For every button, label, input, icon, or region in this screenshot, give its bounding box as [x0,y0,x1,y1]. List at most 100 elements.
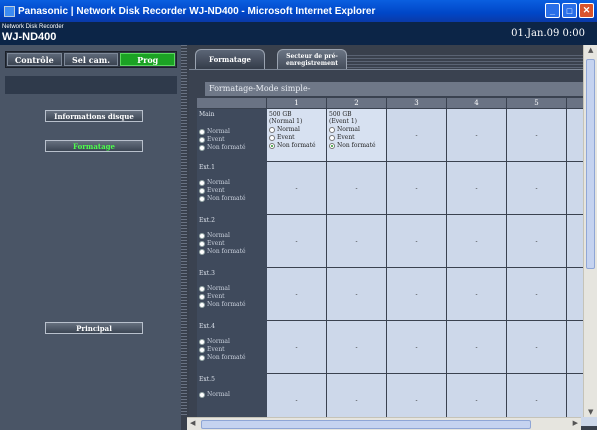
cell-value: - [355,238,358,246]
scroll-right-icon[interactable]: ▶ [573,419,578,427]
cell-value: - [475,132,478,140]
disk-info-button[interactable]: Informations disque [45,110,143,122]
cell-value: - [415,132,418,140]
row-radio-option[interactable]: Event [199,136,265,143]
cell-value: - [355,344,358,352]
cell-value: - [535,397,538,405]
table-cell: - [447,109,507,162]
vertical-scrollbar[interactable]: ▲ ▼ [583,45,597,417]
close-button[interactable]: ✕ [579,3,594,18]
row-radio-option[interactable]: Non formaté [199,248,265,255]
column-header: 4 [447,98,507,108]
radio-button-icon[interactable] [199,248,205,255]
minimize-button[interactable]: _ [545,3,560,18]
radio-button-icon[interactable] [199,338,205,345]
row-radio-option[interactable]: Normal [199,179,265,186]
table-cell: - [267,215,327,268]
mode-controle-button[interactable]: Contrôle [7,53,62,66]
tab-formatage[interactable]: Formatage [195,49,265,69]
row-header-1: Ext.1 Normal Event Non formaté [197,162,267,215]
format-button[interactable]: Formatage [45,140,143,152]
product-model: WJ-ND400 [2,31,57,43]
horizontal-scrollbar[interactable]: ◀ ▶ [187,417,581,430]
table-cell: - [267,268,327,321]
horizontal-scroll-thumb[interactable] [201,420,531,429]
mode-selcam-button[interactable]: Sel cam. [63,53,119,66]
radio-button-icon[interactable] [329,134,335,141]
cell-radio-option[interactable]: Normal [269,126,324,133]
radio-button-icon[interactable] [199,128,205,135]
table-cell: - [507,215,567,268]
row-radio-option[interactable]: Normal [199,338,265,345]
radio-button-icon[interactable] [329,126,335,133]
radio-button-icon[interactable] [199,179,205,186]
row-radio-option[interactable]: Event [199,187,265,194]
cell-value: - [415,291,418,299]
radio-label: Normal [277,126,300,133]
disk-size: 500 GB [269,111,292,118]
scroll-down-icon[interactable]: ▼ [588,408,593,416]
mode-prog-button[interactable]: Prog [120,53,176,66]
maximize-button[interactable]: □ [562,3,577,18]
row-label: Ext.1 [199,164,215,171]
row-label: Ext.2 [199,217,215,224]
radio-label: Event [207,240,225,247]
cell-radio-option[interactable]: Normal [329,126,384,133]
cell-value: - [295,291,298,299]
radio-button-icon[interactable] [199,301,205,308]
row-radio-option[interactable]: Normal [199,285,265,292]
radio-button-icon[interactable] [199,187,205,194]
radio-button-icon[interactable] [199,391,205,398]
row-radio-option[interactable]: Non formaté [199,301,265,308]
cell-radio-option[interactable]: Non formaté [269,142,324,149]
cell-radio-option[interactable]: Event [329,134,384,141]
radio-button-icon[interactable] [199,240,205,247]
main-area: Formatage Secteur de pré-enregistrement … [181,45,597,430]
scroll-left-icon[interactable]: ◀ [190,419,195,427]
radio-button-icon[interactable] [199,144,205,151]
radio-button-icon[interactable] [199,285,205,292]
vertical-scroll-thumb[interactable] [586,59,595,269]
radio-label: Event [277,134,295,141]
radio-button-icon[interactable] [199,346,205,353]
radio-label: Event [207,293,225,300]
radio-label: Normal [207,128,230,135]
row-radio-option[interactable]: Event [199,240,265,247]
column-header: 3 [387,98,447,108]
radio-button-icon[interactable] [269,142,275,149]
table-cell: - [507,321,567,374]
row-radio-option[interactable]: Non formaté [199,144,265,151]
row-radio-option[interactable]: Normal [199,232,265,239]
radio-button-icon[interactable] [199,232,205,239]
cell-value: - [415,397,418,405]
left-strip [5,76,177,94]
row-radio-option[interactable]: Normal [199,391,265,398]
radio-label: Non formaté [207,354,246,361]
radio-button-icon[interactable] [199,293,205,300]
principal-button[interactable]: Principal [45,322,143,334]
cell-radio-option[interactable]: Non formaté [329,142,384,149]
cell-radio-option[interactable]: Event [269,134,324,141]
row-radio-option[interactable]: Normal [199,128,265,135]
row-header-0: Main Normal Event Non formaté [197,109,267,162]
row-radio-option[interactable]: Event [199,293,265,300]
table-cell: - [387,162,447,215]
scroll-up-icon[interactable]: ▲ [588,46,593,54]
radio-button-icon[interactable] [329,142,335,149]
radio-button-icon[interactable] [269,134,275,141]
radio-button-icon[interactable] [199,354,205,361]
radio-button-icon[interactable] [199,195,205,202]
radio-button-icon[interactable] [199,136,205,143]
tab-pre-recording[interactable]: Secteur de pré-enregistrement [277,49,347,69]
cell-value: - [295,344,298,352]
row-radio-option[interactable]: Non formaté [199,354,265,361]
radio-button-icon[interactable] [269,126,275,133]
row-radio-option[interactable]: Non formaté [199,195,265,202]
row-radio-option[interactable]: Event [199,346,265,353]
row-header-4: Ext.4 Normal Event Non formaté [197,321,267,374]
panel-title: Formatage-Mode simple- [205,82,590,96]
column-header: 2 [327,98,387,108]
app-header: Network Disk Recorder WJ-ND400 01.Jan.09… [0,22,597,45]
cell-value: - [535,291,538,299]
table-cell: - [507,162,567,215]
